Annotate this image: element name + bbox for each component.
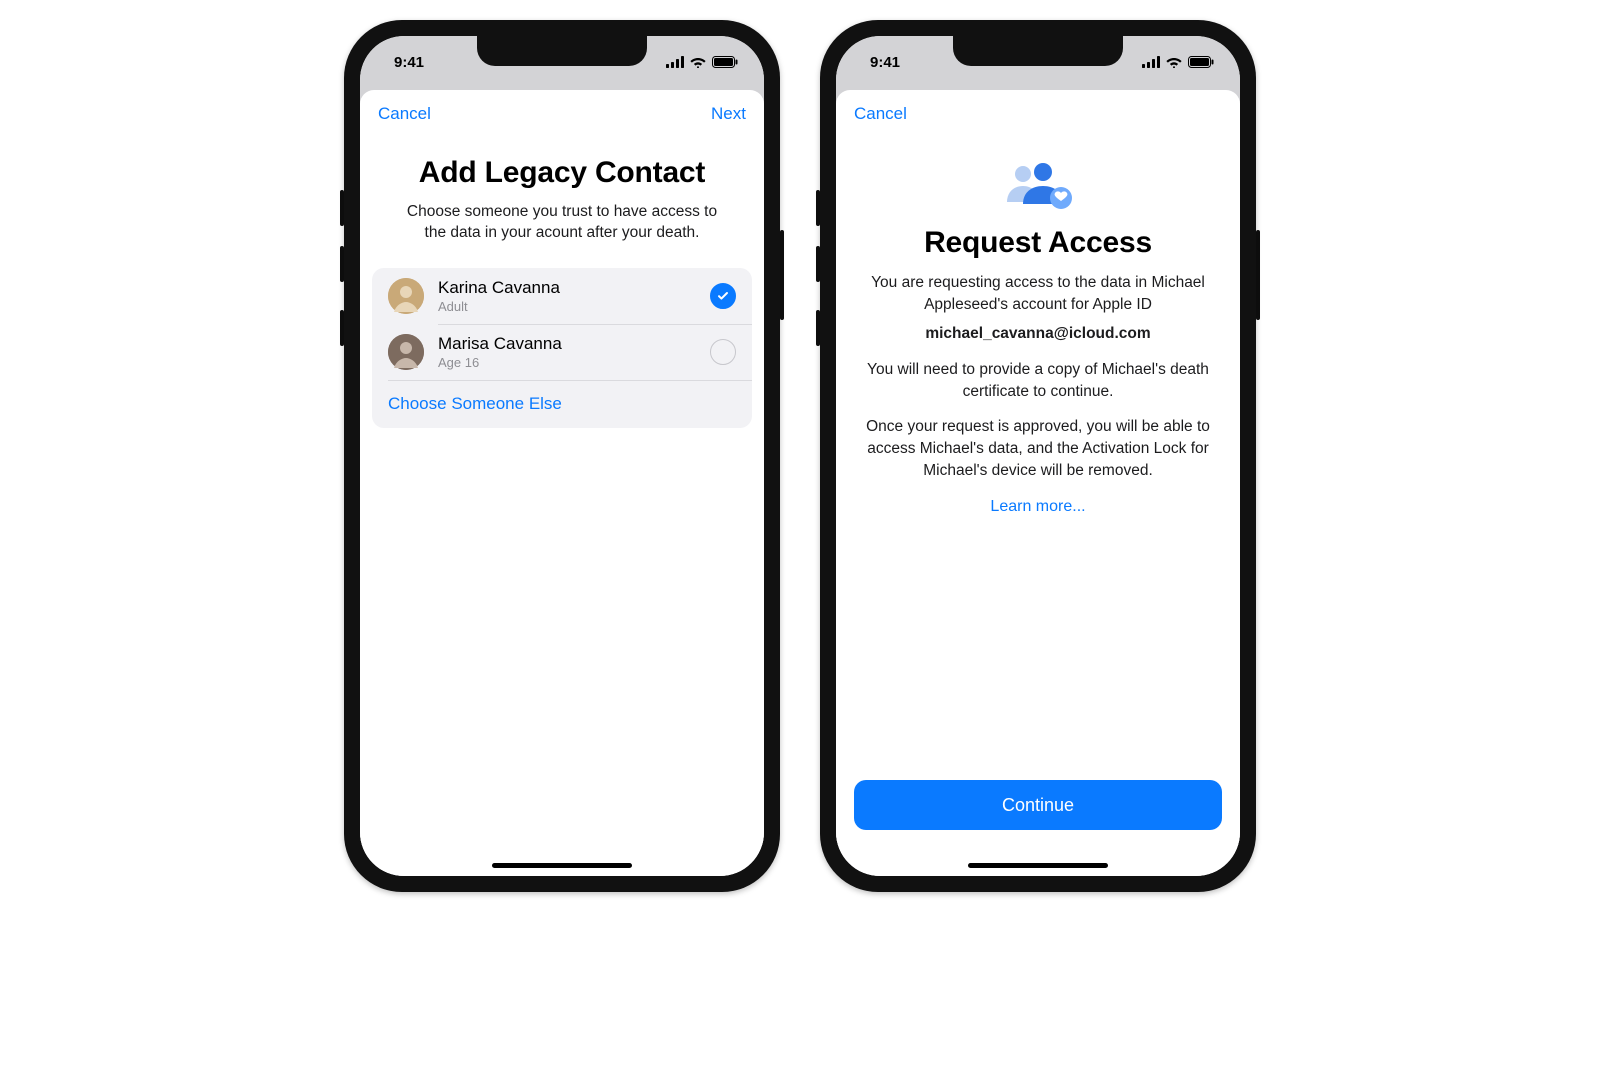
contact-meta: Age 16 [438,355,696,370]
wifi-icon [690,56,706,68]
request-intro: You are requesting access to the data in… [866,272,1210,345]
avatar [388,334,424,370]
radio-selected[interactable] [710,283,736,309]
home-indicator [968,863,1108,868]
request-approval-note: Once your request is approved, you will … [866,416,1210,481]
page-title: Add Legacy Contact [380,156,744,190]
request-intro-text: You are requesting access to the data in… [871,274,1205,313]
request-certificate-note: You will need to provide a copy of Micha… [866,359,1210,402]
cellular-icon [1142,56,1160,68]
cancel-button[interactable]: Cancel [378,104,431,124]
status-time: 9:41 [394,54,424,71]
status-icons [1142,56,1214,68]
wifi-icon [1166,56,1182,68]
next-button[interactable]: Next [711,104,746,124]
contact-row[interactable]: Karina Cavanna Adult [372,268,752,324]
learn-more-link[interactable]: Learn more... [836,498,1240,516]
radio-unselected[interactable] [710,339,736,365]
nav-bar: Cancel Next [360,90,764,138]
page-title: Request Access [856,226,1220,260]
contact-name: Marisa Cavanna [438,334,696,354]
avatar [388,278,424,314]
page-subtitle: Choose someone you trust to have access … [398,202,726,244]
apple-id-email: michael_cavanna@icloud.com [866,323,1210,345]
contact-list: Karina Cavanna Adult [372,268,752,428]
nav-bar: Cancel [836,90,1240,138]
phone-add-legacy-contact: 9:41 Cancel Next Add Legacy Contact Choo… [344,20,780,892]
choose-someone-else-label: Choose Someone Else [388,394,562,414]
phone-request-access: 9:41 Cancel [820,20,1256,892]
continue-button[interactable]: Continue [854,780,1222,830]
battery-icon [712,56,738,68]
home-indicator [492,863,632,868]
notch [953,36,1123,66]
choose-someone-else[interactable]: Choose Someone Else [372,380,752,428]
checkmark-icon [716,289,730,303]
notch [477,36,647,66]
contact-name: Karina Cavanna [438,278,696,298]
contact-row[interactable]: Marisa Cavanna Age 16 [372,324,752,380]
cellular-icon [666,56,684,68]
status-time: 9:41 [870,54,900,71]
cancel-button[interactable]: Cancel [854,104,907,124]
contact-meta: Adult [438,299,696,314]
people-heart-icon [836,160,1240,210]
battery-icon [1188,56,1214,68]
status-icons [666,56,738,68]
